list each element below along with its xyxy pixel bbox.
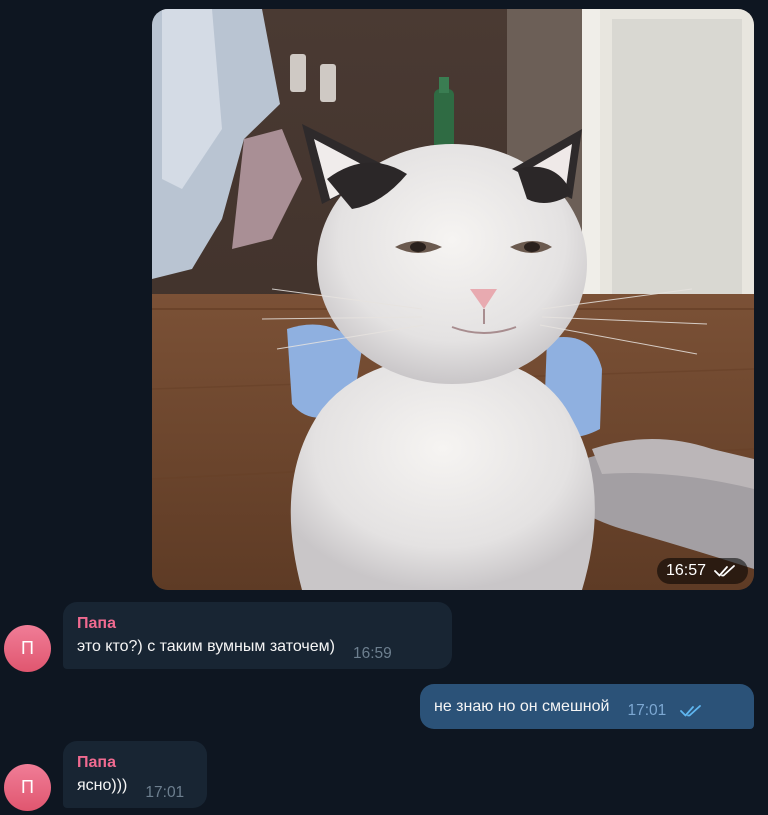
photo-meta: 16:57 [656,558,748,584]
outgoing-message[interactable]: не знаю но он смешной 17:01 [420,684,754,729]
message-time: 17:01 [145,784,185,801]
message-text: это кто?) с таким вумным заточем) [77,638,335,655]
chat-window: 16:57 П Папа это кто?) с таким вумным за… [0,0,768,815]
incoming-message[interactable]: Папа ясно))) 17:01 [63,741,207,808]
avatar[interactable]: П [4,764,51,811]
incoming-message[interactable]: Папа это кто?) с таким вумным заточем) 1… [63,602,452,669]
avatar[interactable]: П [4,625,51,672]
double-check-icon [680,704,702,716]
message-text: ясно))) [77,777,128,794]
message-time: 17:01 [627,701,667,719]
photo-message[interactable]: 16:57 [152,9,754,590]
sender-name[interactable]: Папа [77,614,438,634]
sender-name[interactable]: Папа [77,753,193,773]
cat-photo[interactable] [152,9,754,590]
message-text: не знаю но он смешной [434,697,610,715]
message-time: 16:57 [665,562,706,579]
double-check-icon [714,565,735,577]
message-time: 16:59 [352,645,392,662]
avatar-letter: П [21,777,34,797]
avatar-letter: П [21,638,34,658]
